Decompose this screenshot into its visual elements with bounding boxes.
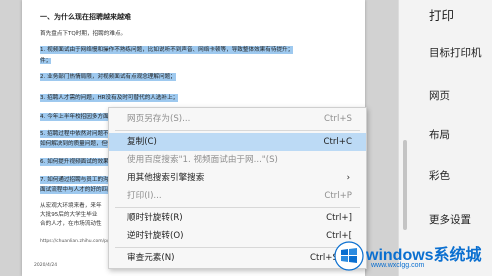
menu-item-print[interactable]: 打印(I)... Ctrl+P bbox=[109, 187, 366, 205]
highlighted-line: 3. 招聘人才需的问题，HR没有及时可替代的人选补上； bbox=[40, 94, 179, 102]
menu-item-label: 网页另存为(S)... bbox=[127, 114, 191, 124]
print-settings-panel: 打印 目标打印机 网页 布局 彩色 更多设置 bbox=[398, 0, 492, 276]
menu-item-label: 用其他搜索引擎搜索 bbox=[127, 173, 205, 183]
menu-item-rotate-counterclockwise[interactable]: 逆时针旋转(O) Ctrl+[ bbox=[109, 227, 366, 245]
menu-item-shortcut: Ctrl+S bbox=[324, 114, 352, 124]
site-watermark: windows系统城 www.wxclgg.com bbox=[334, 238, 492, 276]
menu-item-other-search-engine[interactable]: 用其他搜索引擎搜索 › bbox=[109, 169, 366, 187]
menu-item-label: 审查元素(N) bbox=[127, 253, 175, 263]
paragraph-line: 合的人才，在市场流动性 bbox=[40, 221, 102, 227]
menu-item-label: 使用百度搜索"1. 视频面试由于网..."(S) bbox=[127, 155, 278, 165]
menu-item-rotate-clockwise[interactable]: 顺时针旋转(R) Ctrl+] bbox=[109, 209, 366, 227]
menu-separator bbox=[115, 207, 360, 208]
option-destination-printer[interactable]: 目标打印机 bbox=[429, 45, 482, 60]
menu-item-label: 打印(I)... bbox=[127, 191, 162, 201]
menu-item-inspect-element[interactable]: 审查元素(N) Ctrl+Shift bbox=[109, 249, 366, 267]
menu-separator bbox=[115, 130, 360, 131]
paragraph-line: 从宏观大环境来看，来年 bbox=[40, 203, 102, 209]
windows-logo-icon bbox=[334, 241, 364, 271]
print-title: 打印 bbox=[429, 8, 455, 23]
watermark-url: www.wxclgg.com bbox=[371, 262, 425, 269]
paragraph-line: 大批95后的大学生毕业 bbox=[40, 212, 98, 218]
option-color[interactable]: 彩色 bbox=[429, 168, 450, 183]
panel-scrollbar[interactable] bbox=[403, 140, 407, 230]
document-heading: 一、为什么现在招聘越来越难 bbox=[40, 13, 131, 21]
menu-item-baidu-search[interactable]: 使用百度搜索"1. 视频面试由于网..."(S) bbox=[109, 151, 366, 169]
highlighted-line: 1. 视频面试由于网络慢和操作不熟练问题，比如说听不到声音、网络卡顿等，导致整体… bbox=[40, 46, 294, 54]
highlighted-line: 面试流程中与人才的好的匹配。 bbox=[40, 186, 119, 194]
menu-item-shortcut: Ctrl+] bbox=[326, 213, 352, 223]
highlighted-line: 2. 业务部门热情局限，对视频面试有点观念理解问题； bbox=[40, 73, 176, 81]
menu-item-label: 逆时针旋转(O) bbox=[127, 231, 184, 241]
context-menu: 网页另存为(S)... Ctrl+S 复制(C) Ctrl+C 使用百度搜索"1… bbox=[108, 107, 367, 269]
menu-item-shortcut: Ctrl+C bbox=[323, 137, 353, 147]
option-pages[interactable]: 网页 bbox=[429, 88, 450, 103]
menu-item-copy[interactable]: 复制(C) Ctrl+C bbox=[109, 133, 366, 151]
highlighted-line-continued: 件； bbox=[40, 58, 52, 64]
menu-item-shortcut: Ctrl+P bbox=[324, 191, 352, 201]
submenu-arrow-icon: › bbox=[346, 173, 350, 183]
document-intro: 首先盘点下TQ时期，招聘的难点。 bbox=[40, 31, 127, 37]
menu-item-label: 顺时针旋转(R) bbox=[127, 213, 183, 223]
menu-separator bbox=[115, 247, 360, 248]
menu-item-save-page-as[interactable]: 网页另存为(S)... Ctrl+S bbox=[109, 110, 366, 128]
option-more-settings[interactable]: 更多设置 bbox=[429, 212, 471, 227]
menu-item-label: 复制(C) bbox=[127, 137, 157, 147]
print-date: 2020/4/24 bbox=[34, 263, 58, 268]
highlighted-line: 6. 如何提升视频面试的效果； bbox=[40, 158, 115, 166]
option-layout[interactable]: 布局 bbox=[429, 127, 450, 142]
